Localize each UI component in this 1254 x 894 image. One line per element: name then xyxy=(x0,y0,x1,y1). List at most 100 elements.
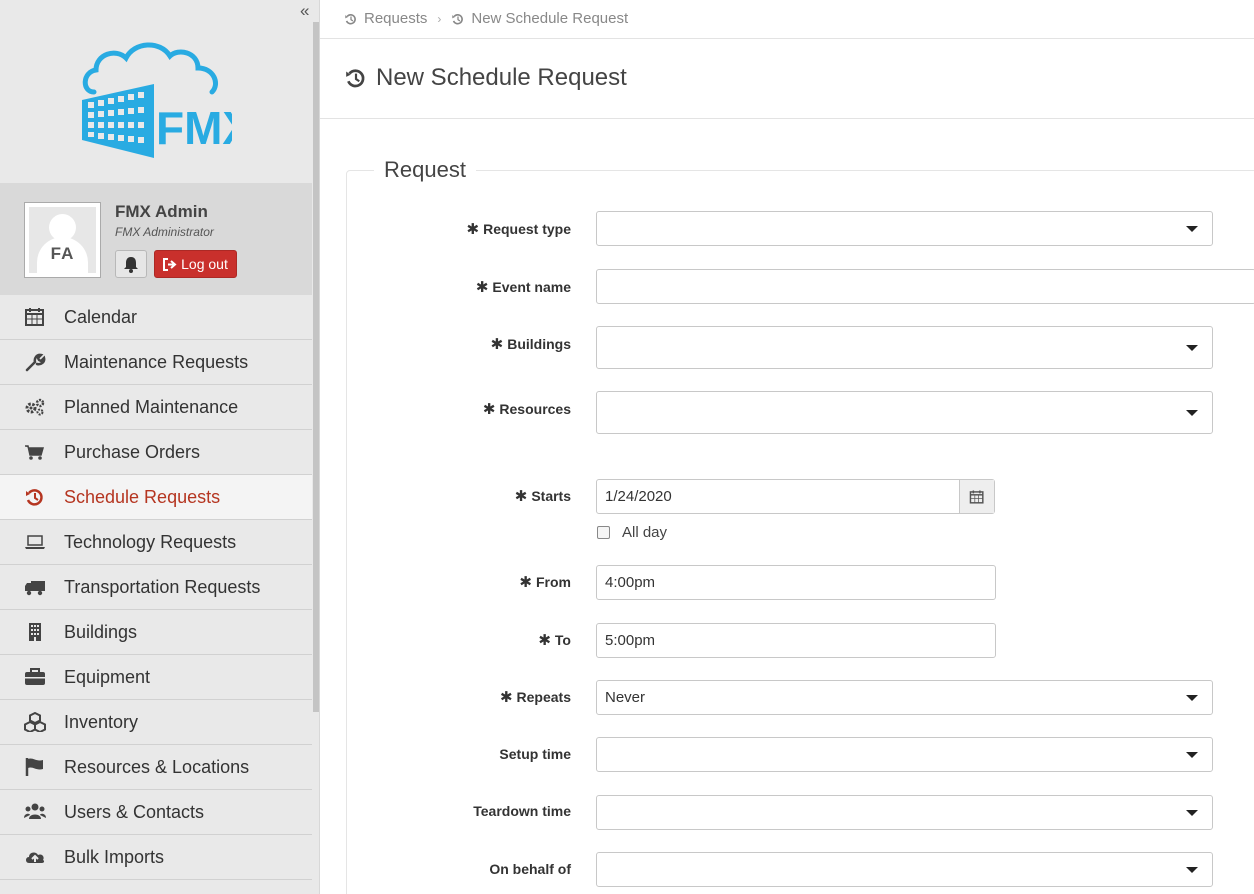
all-day-checkbox[interactable]: All day xyxy=(596,524,667,541)
building-icon xyxy=(29,623,41,641)
briefcase-icon xyxy=(25,668,45,685)
sidebar-item-inventory[interactable]: Inventory xyxy=(0,700,312,745)
users-icon xyxy=(24,803,46,819)
notifications-button[interactable] xyxy=(115,250,147,278)
sidebar-item-label: Buildings xyxy=(64,621,138,642)
page-title: New Schedule Request xyxy=(344,64,627,92)
resources-select[interactable] xyxy=(596,391,1213,434)
starts-date-input[interactable]: 1/24/2020 xyxy=(596,479,995,514)
caret-down-icon xyxy=(1186,751,1198,758)
flag-icon xyxy=(25,758,43,776)
required-icon: ✱ xyxy=(519,574,532,591)
cart-icon xyxy=(25,445,44,460)
avatar[interactable]: FA xyxy=(24,202,101,278)
on-behalf-of-label: On behalf of xyxy=(489,861,571,877)
logo-area: FMX xyxy=(0,0,312,183)
caret-down-icon xyxy=(1186,809,1198,816)
breadcrumb-requests-link[interactable]: Requests xyxy=(364,10,427,27)
from-time-input[interactable]: 4:00pm xyxy=(596,565,996,600)
main-content: Requests › New Schedule Request New Sche… xyxy=(320,0,1254,894)
logout-label: Log out xyxy=(181,256,228,272)
sidebar-item-schedule-requests[interactable]: Schedule Requests xyxy=(0,475,312,520)
breadcrumb-current: New Schedule Request xyxy=(471,10,629,27)
caret-down-icon xyxy=(1186,866,1198,873)
sidebar-item-label: Technology Requests xyxy=(64,531,237,552)
sidebar-item-maintenance-requests[interactable]: Maintenance Requests xyxy=(0,340,312,385)
caret-down-icon xyxy=(1186,694,1198,701)
logo-text: FMX xyxy=(156,102,232,154)
sidebar-item-buildings[interactable]: Buildings xyxy=(0,610,312,655)
breadcrumb: Requests › New Schedule Request xyxy=(344,10,628,27)
teardown-time-label: Teardown time xyxy=(473,803,571,819)
chevron-right-icon: › xyxy=(437,11,442,26)
sidebar-nav: Calendar Maintenance Requests Planned Ma… xyxy=(0,295,312,880)
sidebar-item-purchase-orders[interactable]: Purchase Orders xyxy=(0,430,312,475)
wrench-icon xyxy=(25,353,46,372)
sidebar-scrollbar[interactable] xyxy=(313,22,319,712)
cloud-upload-icon xyxy=(26,852,45,863)
event-name-input[interactable] xyxy=(596,269,1254,304)
from-label: ✱ From xyxy=(519,574,571,591)
profile-role: FMX Administrator xyxy=(115,225,214,239)
logout-button[interactable]: Log out xyxy=(154,250,237,278)
history-icon xyxy=(452,13,464,24)
request-type-select[interactable] xyxy=(596,211,1213,246)
required-icon: ✱ xyxy=(490,336,504,353)
sidebar-item-label: Equipment xyxy=(64,666,151,687)
buildings-select[interactable] xyxy=(596,326,1213,369)
history-icon xyxy=(346,69,365,88)
caret-down-icon xyxy=(1186,409,1198,416)
required-icon: ✱ xyxy=(538,632,551,649)
laptop-icon xyxy=(25,535,45,549)
caret-down-icon xyxy=(1186,344,1198,351)
request-type-label: ✱ Request type xyxy=(466,221,572,238)
sidebar: FMX « FA FMX Admin FMX Administrator Log… xyxy=(0,0,320,894)
to-time-input[interactable]: 5:00pm xyxy=(596,623,996,658)
bell-icon xyxy=(124,257,138,273)
sidebar-item-users-contacts[interactable]: Users & Contacts xyxy=(0,790,312,835)
caret-down-icon xyxy=(1186,225,1198,232)
truck-icon xyxy=(25,581,45,596)
resources-label: ✱ Resources xyxy=(482,401,571,418)
sidebar-item-label: Users & Contacts xyxy=(64,801,205,822)
date-picker-button[interactable] xyxy=(959,480,994,513)
sidebar-item-planned-maintenance[interactable]: Planned Maintenance xyxy=(0,385,312,430)
sidebar-item-label: Inventory xyxy=(64,711,139,732)
calendar-icon xyxy=(25,308,44,326)
checkbox[interactable] xyxy=(597,526,610,539)
history-icon xyxy=(26,489,43,506)
teardown-time-select[interactable] xyxy=(596,795,1213,830)
sidebar-item-label: Planned Maintenance xyxy=(64,396,239,417)
sidebar-item-resources-locations[interactable]: Resources & Locations xyxy=(0,745,312,790)
sidebar-item-bulk-imports[interactable]: Bulk Imports xyxy=(0,835,312,880)
starts-label: ✱ Starts xyxy=(514,488,571,505)
all-day-label: All day xyxy=(622,524,668,541)
profile-name: FMX Admin xyxy=(115,202,208,221)
repeats-label: ✱ Repeats xyxy=(499,689,571,706)
sign-out-icon xyxy=(163,257,177,271)
fmx-logo[interactable]: FMX xyxy=(80,40,232,160)
sidebar-item-label: Purchase Orders xyxy=(64,441,201,462)
required-icon: ✱ xyxy=(499,689,513,706)
sidebar-item-label: Transportation Requests xyxy=(64,576,261,597)
required-icon: ✱ xyxy=(475,279,489,296)
cubes-icon xyxy=(24,712,46,732)
event-name-label: ✱ Event name xyxy=(475,279,571,296)
on-behalf-of-select[interactable] xyxy=(596,852,1213,887)
sidebar-item-equipment[interactable]: Equipment xyxy=(0,655,312,700)
section-legend: Request xyxy=(374,157,476,183)
buildings-label: ✱ Buildings xyxy=(490,336,571,353)
sidebar-item-technology-requests[interactable]: Technology Requests xyxy=(0,520,312,565)
sidebar-item-label: Resources & Locations xyxy=(64,756,250,777)
repeats-select[interactable]: Never xyxy=(596,680,1213,715)
required-icon: ✱ xyxy=(466,221,480,238)
required-icon: ✱ xyxy=(514,488,528,505)
calendar-icon xyxy=(969,489,984,504)
setup-time-select[interactable] xyxy=(596,737,1213,772)
sidebar-item-calendar[interactable]: Calendar xyxy=(0,295,312,340)
collapse-sidebar-button[interactable]: « xyxy=(300,1,309,21)
sidebar-item-transportation-requests[interactable]: Transportation Requests xyxy=(0,565,312,610)
avatar-initials: FA xyxy=(50,244,75,263)
to-label: ✱ To xyxy=(538,632,571,649)
history-icon xyxy=(345,13,356,24)
